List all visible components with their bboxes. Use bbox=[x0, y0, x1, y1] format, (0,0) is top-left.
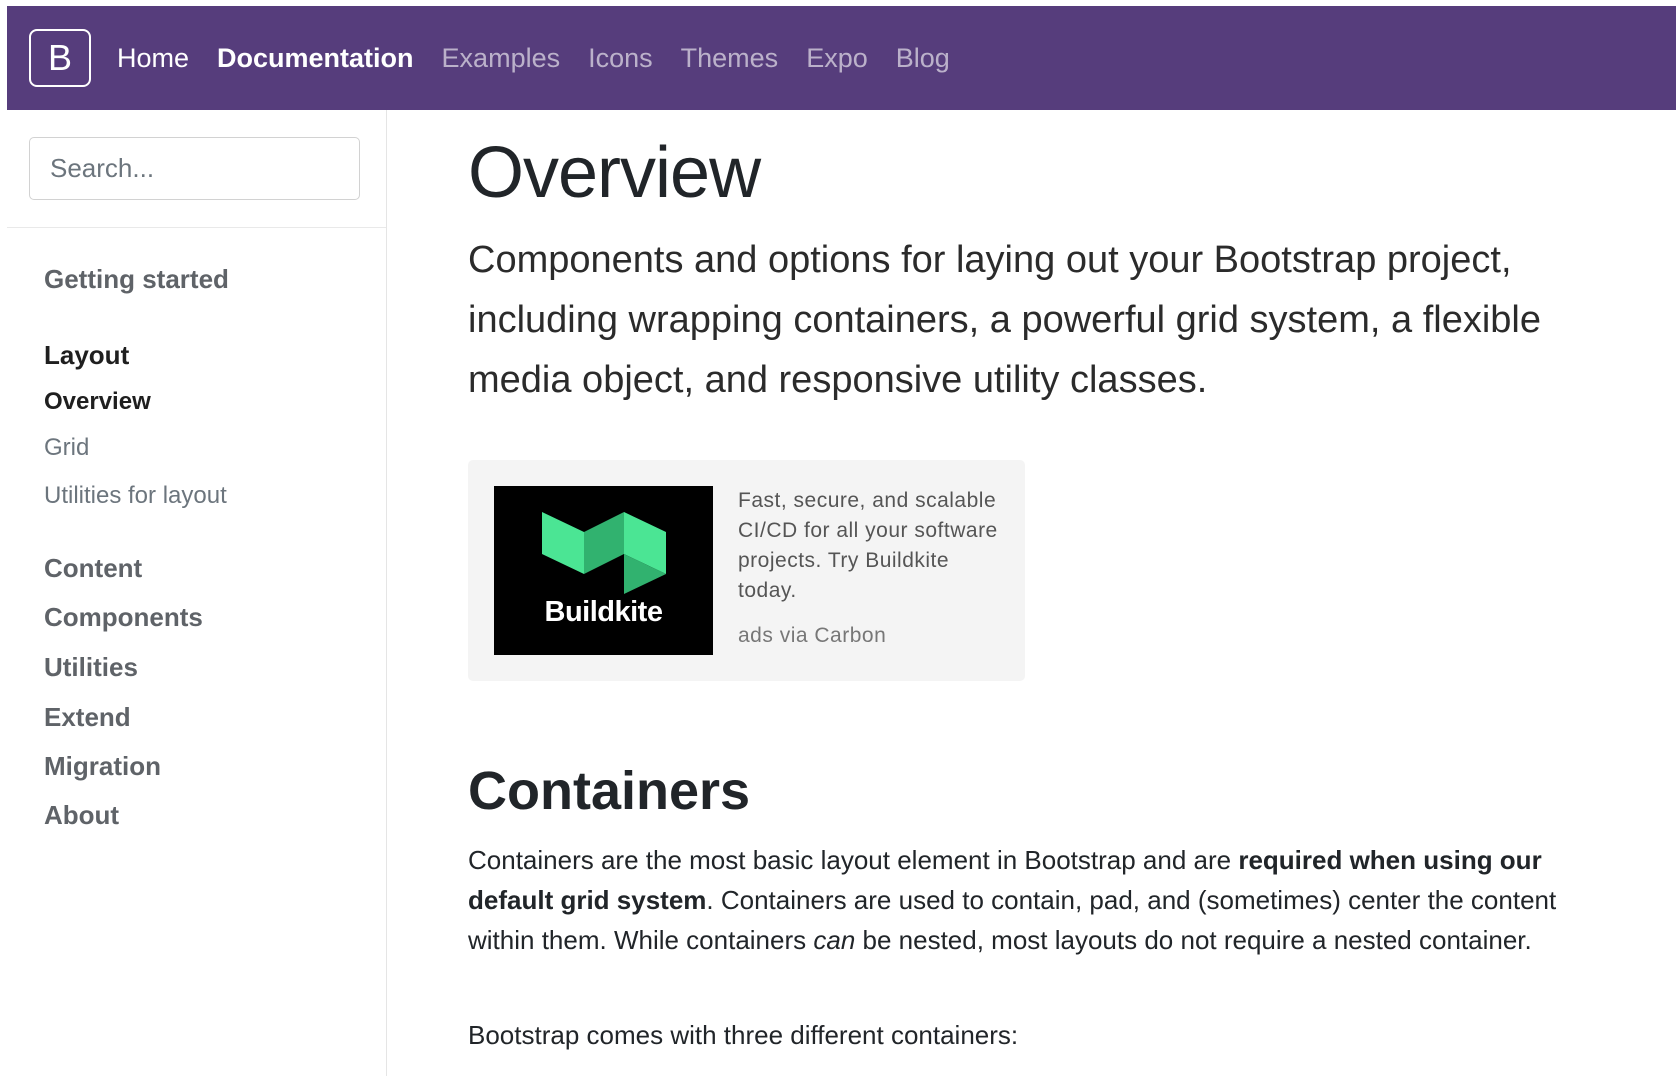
buildkite-logo-icon bbox=[542, 512, 666, 594]
sidebar-item-content[interactable]: Content bbox=[44, 553, 142, 584]
ad-brand-text: Buildkite bbox=[544, 596, 663, 628]
nav-expo[interactable]: Expo bbox=[806, 43, 868, 74]
nav-themes[interactable]: Themes bbox=[681, 43, 779, 74]
docs-sidebar: Getting started Layout Overview Grid Uti… bbox=[7, 110, 387, 1076]
page: B Home Documentation Examples Icons Them… bbox=[0, 0, 1676, 1076]
containers-text-italic: can bbox=[813, 925, 856, 955]
bootstrap-logo[interactable]: B bbox=[29, 29, 91, 87]
sidebar-subitem-overview[interactable]: Overview bbox=[44, 388, 151, 416]
containers-heading: Containers bbox=[468, 761, 751, 821]
nav-home[interactable]: Home bbox=[117, 43, 189, 74]
ads-via-carbon-link[interactable]: ads via Carbon bbox=[738, 624, 886, 648]
containers-paragraph: Containers are the most basic layout ele… bbox=[468, 840, 1628, 960]
buildkite-ad-image[interactable]: Buildkite bbox=[494, 486, 713, 655]
sidebar-item-layout[interactable]: Layout bbox=[44, 340, 129, 371]
containers-intro-paragraph: Bootstrap comes with three different con… bbox=[468, 1020, 1019, 1050]
containers-text-a: Containers are the most basic layout ele… bbox=[468, 845, 1239, 875]
search-input[interactable] bbox=[29, 137, 360, 200]
nav-documentation[interactable]: Documentation bbox=[217, 43, 414, 74]
nav-icons[interactable]: Icons bbox=[588, 43, 653, 74]
nav-examples[interactable]: Examples bbox=[442, 43, 561, 74]
sidebar-subitem-grid[interactable]: Grid bbox=[44, 434, 89, 462]
sidebar-item-about[interactable]: About bbox=[44, 800, 119, 831]
ad-description[interactable]: Fast, secure, and scalable CI/CD for all… bbox=[738, 486, 1008, 606]
sidebar-subitem-utilities-for-layout[interactable]: Utilities for layout bbox=[44, 482, 227, 510]
search-container bbox=[7, 110, 386, 228]
page-title: Overview bbox=[468, 133, 761, 213]
sidebar-item-components[interactable]: Components bbox=[44, 602, 203, 633]
nav-blog[interactable]: Blog bbox=[896, 43, 950, 74]
containers-text-e: be nested, most layouts do not require a… bbox=[855, 925, 1532, 955]
carbon-ad[interactable]: Buildkite Fast, secure, and scalable CI/… bbox=[468, 460, 1025, 681]
sidebar-item-extend[interactable]: Extend bbox=[44, 702, 131, 733]
lead-paragraph: Components and options for laying out yo… bbox=[468, 239, 1541, 401]
top-navbar: B Home Documentation Examples Icons Them… bbox=[7, 6, 1676, 110]
sidebar-item-getting-started[interactable]: Getting started bbox=[44, 264, 229, 295]
sidebar-item-utilities[interactable]: Utilities bbox=[44, 652, 138, 683]
sidebar-item-migration[interactable]: Migration bbox=[44, 751, 161, 782]
